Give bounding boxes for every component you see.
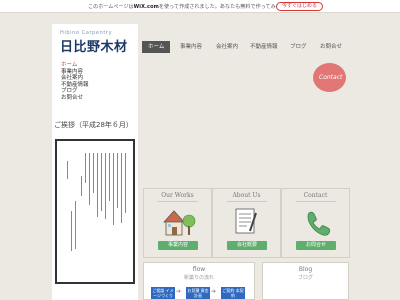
about-us-button[interactable]: 会社概要 (227, 241, 267, 250)
site-title[interactable]: 日比野木材 (60, 36, 128, 55)
nav-home[interactable]: ホーム (142, 41, 171, 53)
flow-subtitle: 新築りの流れ (183, 275, 214, 281)
feature-cards: Our Works 事業内容 About Us 会社概要 Contact お問合… (143, 188, 350, 258)
card-about-us: About Us 会社概要 (212, 188, 281, 258)
flow-title: flow (192, 266, 206, 273)
divider (296, 201, 336, 202)
divider (227, 201, 267, 202)
card-title: Contact (303, 192, 328, 199)
nav-realestate[interactable]: 不動産情報 (250, 41, 278, 53)
our-works-button[interactable]: 事業内容 (158, 241, 198, 250)
blog-subtitle: ブログ (297, 275, 313, 281)
banner-text: このホームページはWiX.comを使って作成されました。あなたも無料で作ってみま… (88, 3, 301, 10)
contact-bubble-button[interactable]: Contact (313, 63, 346, 92)
nav-contact[interactable]: お問合せ (320, 41, 342, 53)
arrow-right-icon: ➔ (211, 288, 217, 295)
blog-panel: Blog ブログ (262, 262, 349, 300)
card-our-works: Our Works 事業内容 (143, 188, 212, 258)
phone-icon (307, 211, 331, 236)
greeting-title: ご挨拶（平成28年６月） (54, 121, 133, 129)
house-tree-icon (163, 210, 196, 236)
greeting-letter-image (55, 139, 135, 284)
document-pen-icon (235, 208, 257, 234)
left-panel: Hibino Carpentry 日比野木材 ホーム 事業内容 会社案内 不動産… (52, 24, 138, 300)
contact-bubble-label: Contact (319, 74, 343, 81)
divider (158, 201, 198, 202)
card-contact: Contact お問合せ (281, 188, 350, 258)
banner-prefix: このホームページは (88, 4, 134, 10)
contact-button[interactable]: お問合せ (296, 241, 336, 250)
card-title: About Us (232, 192, 261, 199)
flow-step-3: ご契約 本契約 (221, 287, 245, 299)
banner-brand[interactable]: WiX.com (134, 4, 159, 10)
wix-banner: このホームページはWiX.comを使って作成されました。あなたも無料で作ってみま… (0, 0, 400, 13)
blog-title: Blog (298, 266, 313, 273)
sidebar-nav: ホーム 事業内容 会社案内 不動産情報 ブログ お問合せ (61, 62, 89, 101)
sidebar-item-contact[interactable]: お問合せ (61, 95, 89, 102)
arrow-right-icon: ➔ (176, 288, 182, 295)
flow-step-2: お見積 資金計画 (186, 287, 210, 299)
nav-company[interactable]: 会社案内 (216, 41, 238, 53)
nav-business[interactable]: 事業内容 (180, 41, 202, 53)
nav-blog[interactable]: ブログ (290, 41, 307, 53)
flow-step-1: ご相談 イメージづくり (151, 287, 175, 299)
start-now-button[interactable]: 今すぐはじめる (276, 2, 324, 11)
main-nav: ホーム 事業内容 会社案内 不動産情報 ブログ お問合せ (142, 41, 352, 53)
card-title: Our Works (161, 192, 194, 199)
flow-panel: flow 新築りの流れ ご相談 イメージづくり ➔ お見積 資金計画 ➔ ご契約… (143, 262, 255, 300)
